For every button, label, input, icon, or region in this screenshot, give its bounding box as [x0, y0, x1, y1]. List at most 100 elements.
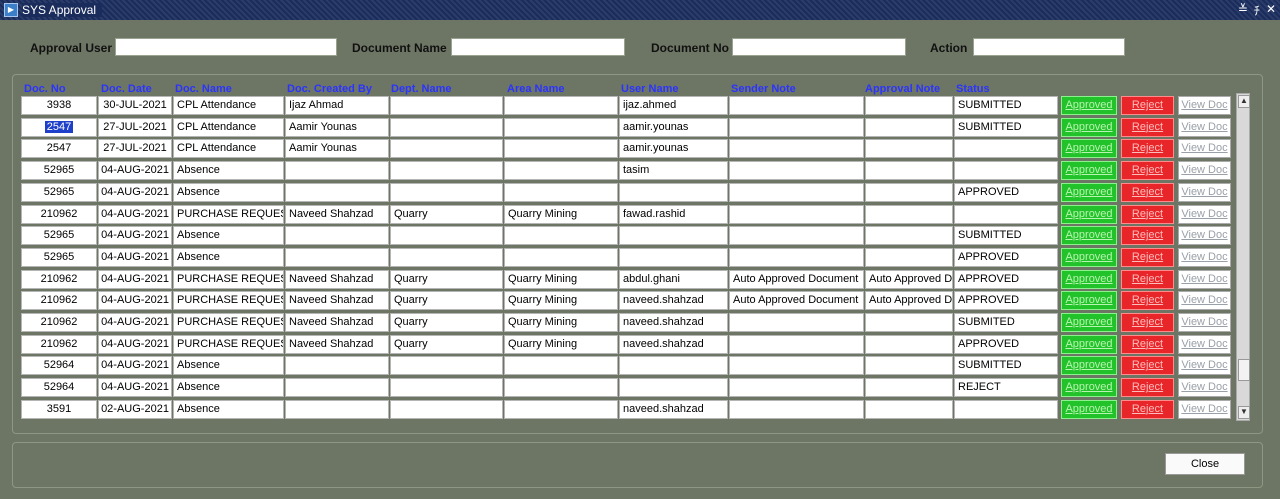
cell-approval-note[interactable]: Auto Approved Do: [865, 269, 953, 289]
cell-area-name[interactable]: [504, 96, 618, 115]
reject-button[interactable]: Reject: [1121, 334, 1174, 354]
cell-dept-name[interactable]: [390, 399, 503, 419]
cell-sender-note[interactable]: [729, 139, 864, 159]
cell-dept-name[interactable]: [390, 139, 503, 159]
table-row[interactable]: 52964 04-AUG-2021 Absence SUBMITTED Approved…: [0, 356, 1240, 376]
cell-doc-date[interactable]: 04-AUG-2021: [98, 204, 172, 224]
cell-doc-date[interactable]: 27-JUL-2021: [98, 117, 172, 137]
reject-button[interactable]: Reject: [1121, 139, 1174, 159]
cell-sender-note[interactable]: [729, 334, 864, 354]
close-button[interactable]: Close: [1165, 453, 1245, 475]
scroll-down-icon[interactable]: ▼: [1238, 406, 1250, 419]
reject-button[interactable]: Reject: [1121, 356, 1174, 376]
view-doc-button[interactable]: View Doc: [1178, 313, 1231, 332]
approve-button[interactable]: Approved: [1061, 291, 1117, 311]
cell-area-name[interactable]: Quarry Mining: [504, 291, 618, 311]
cell-status[interactable]: [954, 161, 1058, 181]
cell-doc-date[interactable]: 04-AUG-2021: [98, 378, 172, 398]
reject-button[interactable]: Reject: [1121, 247, 1174, 267]
cell-created-by[interactable]: Naveed Shahzad: [285, 269, 389, 289]
reject-button[interactable]: Reject: [1121, 117, 1174, 137]
cell-created-by[interactable]: Aamir Younas: [285, 139, 389, 159]
cell-doc-date[interactable]: 30-JUL-2021: [98, 96, 172, 115]
cell-doc-no[interactable]: 3938: [21, 96, 97, 115]
approve-button[interactable]: Approved: [1061, 334, 1117, 354]
cell-doc-no[interactable]: 52964: [21, 356, 97, 376]
reject-button[interactable]: Reject: [1121, 378, 1174, 398]
cell-approval-note[interactable]: [865, 204, 953, 224]
view-doc-button[interactable]: View Doc: [1178, 161, 1231, 181]
reject-button[interactable]: Reject: [1121, 399, 1174, 419]
action-input[interactable]: [973, 38, 1125, 56]
approve-button[interactable]: Approved: [1061, 96, 1117, 115]
cell-user-name[interactable]: aamir.younas: [619, 139, 728, 159]
cell-doc-date[interactable]: 04-AUG-2021: [98, 247, 172, 267]
cell-approval-note[interactable]: [865, 139, 953, 159]
cell-user-name[interactable]: [619, 356, 728, 376]
cell-doc-date[interactable]: 04-AUG-2021: [98, 356, 172, 376]
cell-dept-name[interactable]: [390, 378, 503, 398]
table-row[interactable]: 3591 02-AUG-2021 Absence naveed.shahzad Appr…: [0, 399, 1240, 420]
cell-area-name[interactable]: Quarry Mining: [504, 334, 618, 354]
document-no-input[interactable]: [732, 38, 906, 56]
cell-created-by[interactable]: [285, 378, 389, 398]
view-doc-button[interactable]: View Doc: [1178, 182, 1231, 202]
reject-button[interactable]: Reject: [1121, 226, 1174, 246]
approve-button[interactable]: Approved: [1061, 378, 1117, 398]
cell-status[interactable]: APPROVED: [954, 291, 1058, 311]
cell-doc-date[interactable]: 04-AUG-2021: [98, 226, 172, 246]
table-row[interactable]: 52965 04-AUG-2021 Absence tasim Approved Reje…: [0, 161, 1240, 181]
vertical-scrollbar[interactable]: ▲ ▼: [1236, 93, 1250, 421]
cell-doc-name[interactable]: Absence: [173, 399, 284, 419]
cell-approval-note[interactable]: [865, 356, 953, 376]
reject-button[interactable]: Reject: [1121, 96, 1174, 115]
cell-dept-name[interactable]: Quarry: [390, 204, 503, 224]
approve-button[interactable]: Approved: [1061, 269, 1117, 289]
cell-created-by[interactable]: [285, 226, 389, 246]
reject-button[interactable]: Reject: [1121, 182, 1174, 202]
cell-approval-note[interactable]: Auto Approved Do: [865, 291, 953, 311]
cell-area-name[interactable]: Quarry Mining: [504, 313, 618, 332]
cell-status[interactable]: REJECT: [954, 378, 1058, 398]
cell-created-by[interactable]: Aamir Younas: [285, 117, 389, 137]
cell-status[interactable]: [954, 204, 1058, 224]
cell-doc-name[interactable]: Absence: [173, 378, 284, 398]
cell-approval-note[interactable]: [865, 399, 953, 419]
cell-created-by[interactable]: Naveed Shahzad: [285, 313, 389, 332]
cell-doc-no[interactable]: 210962: [21, 291, 97, 311]
table-row[interactable]: 210962 04-AUG-2021 PURCHASE REQUEST Naveed …: [0, 291, 1240, 311]
cell-sender-note[interactable]: [729, 247, 864, 267]
table-row[interactable]: 2547 27-JUL-2021 CPL Attendance Aamir Youna…: [0, 117, 1240, 138]
table-row[interactable]: 210962 04-AUG-2021 PURCHASE REQUEST Naveed …: [0, 204, 1240, 225]
table-row[interactable]: 3938 30-JUL-2021 CPL Attendance Ijaz Ahmad i…: [0, 96, 1240, 116]
cell-doc-name[interactable]: CPL Attendance: [173, 117, 284, 137]
cell-approval-note[interactable]: [865, 247, 953, 267]
cell-user-name[interactable]: naveed.shahzad: [619, 399, 728, 419]
cell-sender-note[interactable]: Auto Approved Document: [729, 269, 864, 289]
cell-doc-date[interactable]: 02-AUG-2021: [98, 399, 172, 419]
cell-dept-name[interactable]: [390, 161, 503, 181]
reject-button[interactable]: Reject: [1121, 204, 1174, 224]
cell-approval-note[interactable]: [865, 313, 953, 332]
cell-dept-name[interactable]: Quarry: [390, 313, 503, 332]
cell-user-name[interactable]: [619, 226, 728, 246]
cell-doc-name[interactable]: Absence: [173, 182, 284, 202]
cell-doc-name[interactable]: Absence: [173, 356, 284, 376]
cell-user-name[interactable]: tasim: [619, 161, 728, 181]
cell-sender-note[interactable]: [729, 161, 864, 181]
table-row[interactable]: 210962 04-AUG-2021 PURCHASE REQUEST Naveed …: [0, 334, 1240, 355]
cell-doc-date[interactable]: 04-AUG-2021: [98, 269, 172, 289]
cell-area-name[interactable]: [504, 182, 618, 202]
cell-doc-name[interactable]: Absence: [173, 226, 284, 246]
approval-user-input[interactable]: [115, 38, 337, 56]
approve-button[interactable]: Approved: [1061, 182, 1117, 202]
cell-approval-note[interactable]: [865, 226, 953, 246]
table-row[interactable]: 52965 04-AUG-2021 Absence APPROVED Approved R…: [0, 182, 1240, 203]
cell-created-by[interactable]: Ijaz Ahmad: [285, 96, 389, 115]
cell-approval-note[interactable]: [865, 96, 953, 115]
cell-status[interactable]: SUBMITTED: [954, 226, 1058, 246]
cell-approval-note[interactable]: [865, 117, 953, 137]
cell-status[interactable]: APPROVED: [954, 182, 1058, 202]
cell-area-name[interactable]: Quarry Mining: [504, 204, 618, 224]
cell-doc-name[interactable]: PURCHASE REQUEST: [173, 269, 284, 289]
